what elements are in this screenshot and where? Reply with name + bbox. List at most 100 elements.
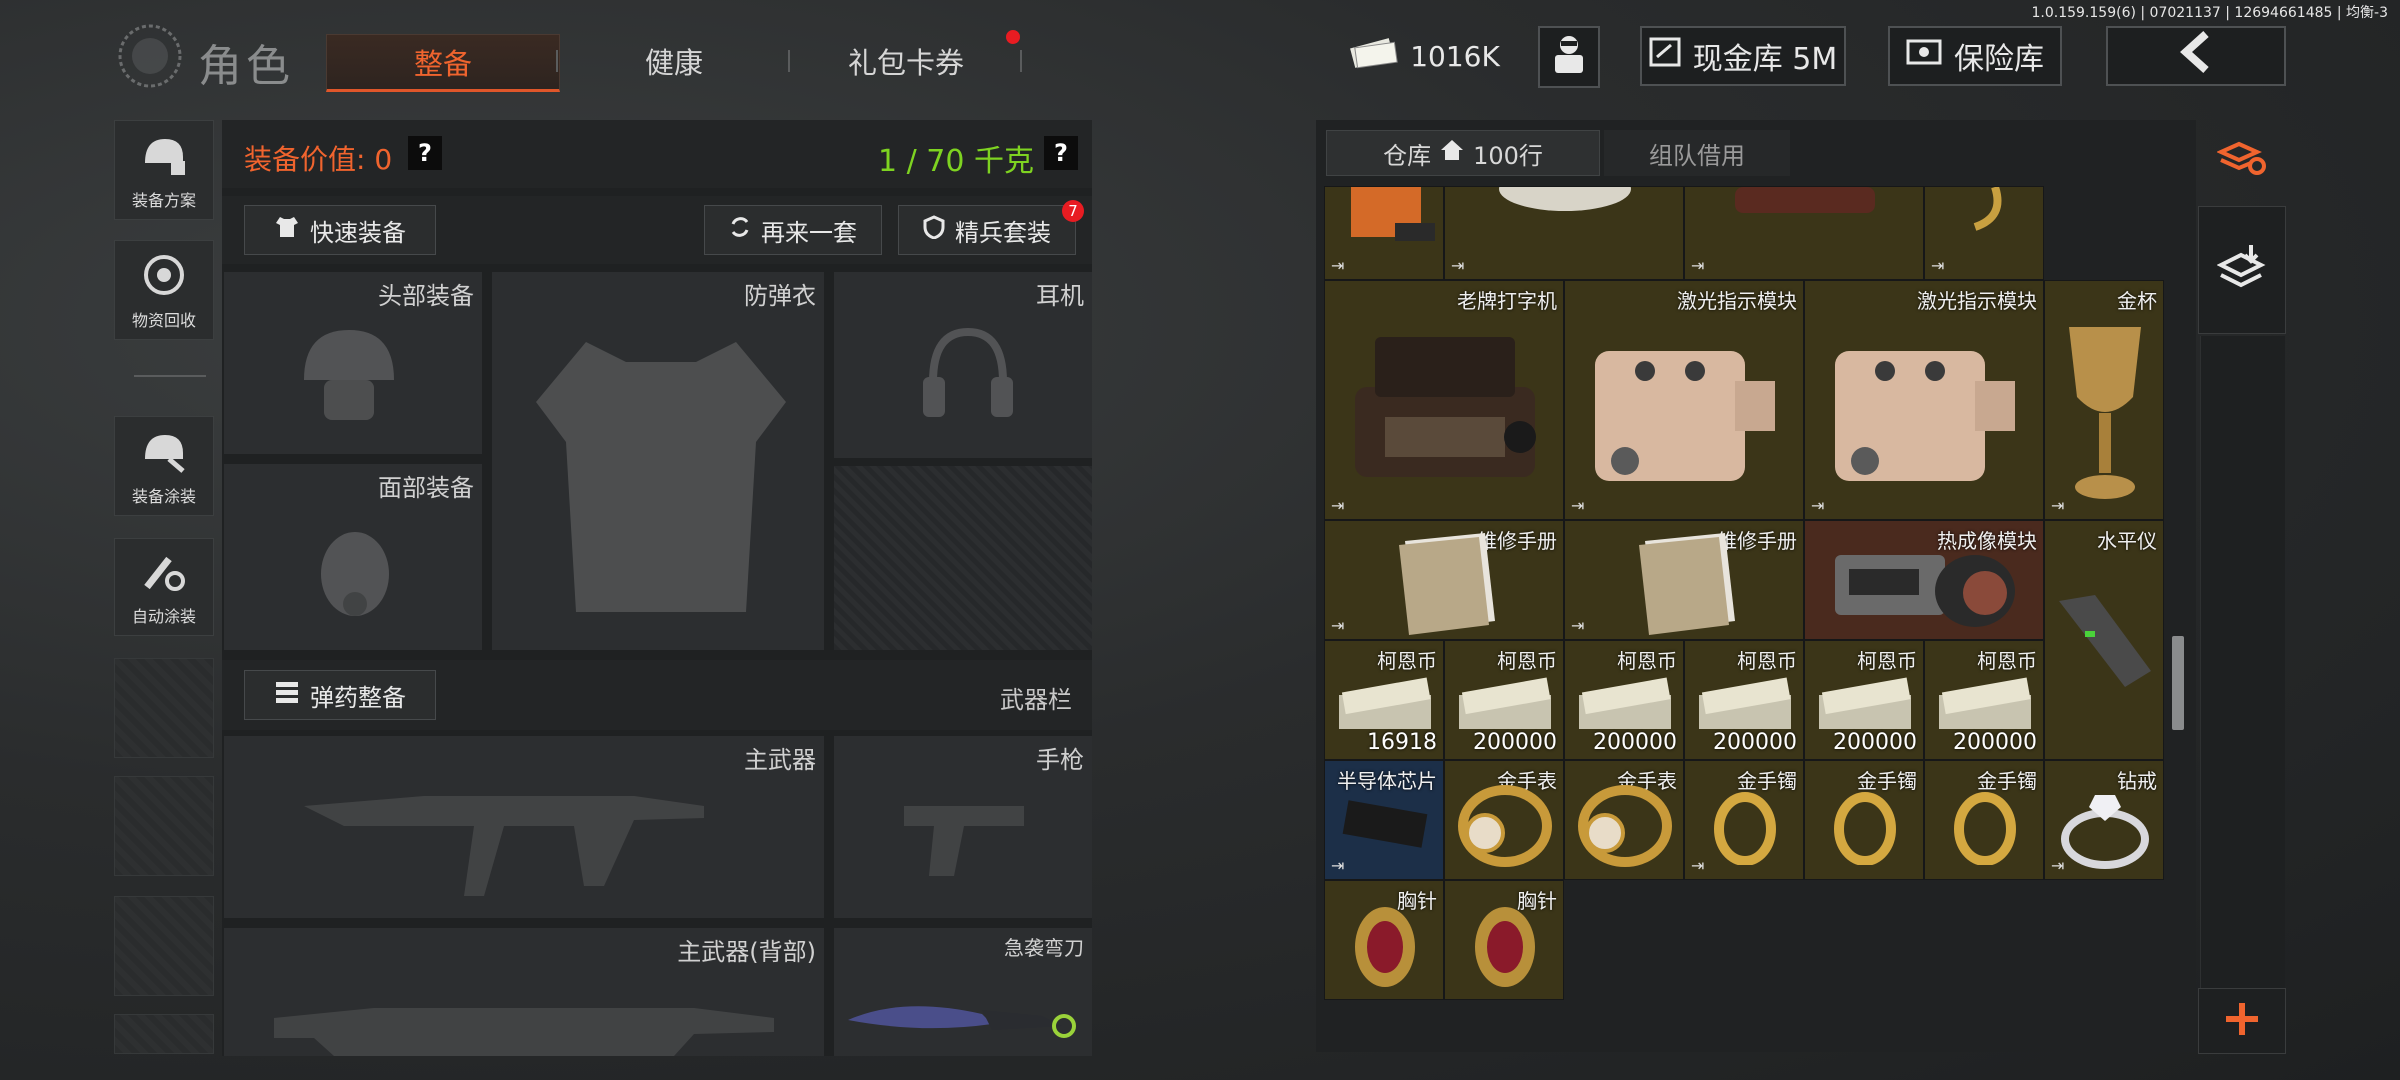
money-display: 1016K <box>1350 26 1500 86</box>
tab-equip[interactable]: 整备 <box>326 34 560 92</box>
head-slot[interactable]: 头部装备 <box>224 272 482 454</box>
thermal-module-icon <box>1835 555 2015 627</box>
ammo-icon <box>274 680 300 710</box>
vault-icon <box>1649 37 1681 75</box>
value-help-button[interactable]: ? <box>408 136 442 170</box>
gas-mask-ghost-icon <box>321 532 389 616</box>
item-cell[interactable]: ⇥ <box>1324 186 1444 280</box>
item-diamond-ring[interactable]: 钻戒 ⇥ <box>2044 760 2164 880</box>
auto-paint-button[interactable]: 自动涂装 <box>114 538 214 636</box>
stack-download-icon <box>2216 243 2267 297</box>
pistol-slot[interactable]: 手枪 <box>834 736 1092 918</box>
item-cell[interactable]: ⇥ <box>1684 186 1924 280</box>
item-coin[interactable]: 柯恩币 200000 <box>1564 640 1684 760</box>
item-coin[interactable]: 柯恩币 200000 <box>1684 640 1804 760</box>
brooch-icon <box>1355 907 1415 987</box>
brown-item-icon <box>1735 187 1875 213</box>
recycle-icon <box>139 253 189 307</box>
tab-health[interactable]: 健康 <box>574 34 774 88</box>
item-cell[interactable]: ⇥ <box>1444 186 1684 280</box>
sort-button[interactable] <box>2198 120 2286 200</box>
version-text: 1.0.159.159(6) | 07021137 | 12694661485 … <box>2031 5 2389 21</box>
menu-placeholder <box>114 1014 214 1054</box>
coin-stack-icon <box>1819 677 1911 729</box>
paint-helmet-icon <box>139 429 189 483</box>
add-button[interactable] <box>2198 988 2286 1054</box>
page-title: 角色 <box>198 41 294 92</box>
menu-placeholder <box>114 776 214 876</box>
item-gold-bracelet[interactable]: 金手镯 <box>1924 760 2044 880</box>
item-cell[interactable]: ⇥ <box>1924 186 2044 280</box>
armor-slot[interactable]: 防弹衣 <box>492 272 824 650</box>
elite-badge: 7 <box>1062 200 1084 222</box>
tab-separator <box>1020 50 1022 72</box>
again-button[interactable]: 再来一套 <box>704 205 882 255</box>
recycle-button[interactable]: 物资回收 <box>114 240 214 340</box>
item-typewriter[interactable]: 老牌打字机 ⇥ <box>1324 280 1564 520</box>
elite-set-button[interactable]: 精兵套装 <box>898 205 1076 255</box>
headset-ghost-icon <box>923 327 1013 417</box>
item-brooch[interactable]: 胸针 <box>1324 880 1444 1000</box>
headset-slot[interactable]: 耳机 <box>834 272 1092 458</box>
knife-slot[interactable]: 急袭弯刀 <box>834 928 1092 1056</box>
orange-device-icon <box>1351 187 1435 241</box>
item-laser-module[interactable]: 激光指示模块 ⇥ <box>1804 280 2044 520</box>
operator-button[interactable] <box>1538 26 1600 88</box>
level-icon <box>2059 595 2151 687</box>
cash-vault-button[interactable]: 现金库 5M <box>1640 26 1846 86</box>
item-coin[interactable]: 柯恩币 200000 <box>1444 640 1564 760</box>
notification-dot <box>1006 30 1020 44</box>
manual-icon <box>1399 533 1495 635</box>
chip-icon <box>1342 800 1428 848</box>
item-thermal-module[interactable]: 热成像模块 <box>1804 520 2044 640</box>
shirt-icon <box>274 215 300 245</box>
plus-icon <box>2224 1001 2260 1041</box>
gold-bracelet-icon <box>1714 792 1776 865</box>
item-coin[interactable]: 柯恩币 200000 <box>1804 640 1924 760</box>
primary-weapon-slot[interactable]: 主武器 <box>224 736 824 918</box>
item-gold-bracelet[interactable]: 金手镯 <box>1804 760 1924 880</box>
item-semiconductor-chip[interactable]: 半导体芯片 ⇥ <box>1324 760 1444 880</box>
tab-team-borrow[interactable]: 组队借用 <box>1604 130 1790 176</box>
laser-module-icon <box>1835 351 2015 481</box>
quick-equip-button[interactable]: 快速装备 <box>244 205 436 255</box>
ammo-setup-button[interactable]: 弹药整备 <box>244 670 436 720</box>
item-gold-cup[interactable]: 金杯 ⇥ <box>2044 280 2164 520</box>
coin-stack-icon <box>1699 677 1791 729</box>
weight-help-button[interactable]: ? <box>1044 136 1078 170</box>
item-repair-manual[interactable]: 维修手册 ⇥ <box>1564 520 1804 640</box>
item-level[interactable]: 水平仪 <box>2044 520 2164 760</box>
equipment-paint-button[interactable]: 装备涂装 <box>114 416 214 516</box>
coin-stack-icon <box>1579 677 1671 729</box>
safe-button[interactable]: 保险库 <box>1888 26 2062 86</box>
karambit-icon <box>848 1006 1076 1038</box>
item-coin[interactable]: 柯恩币 200000 <box>1924 640 2044 760</box>
coin-stack-icon <box>1459 677 1551 729</box>
item-coin[interactable]: 柯恩币 16918 <box>1324 640 1444 760</box>
weapon-header: 弹药整备 武器栏 <box>222 660 1092 730</box>
item-laser-module[interactable]: 激光指示模块 ⇥ <box>1564 280 1804 520</box>
tab-gift-coupons[interactable]: 礼包卡券 <box>800 34 1012 88</box>
home-icon <box>1439 138 1465 168</box>
brush-gear-icon <box>139 549 189 603</box>
manual-icon <box>1639 533 1735 635</box>
back-weapon-slot[interactable]: 主武器(背部) <box>224 928 824 1056</box>
back-button[interactable] <box>2106 26 2286 86</box>
item-gold-watch[interactable]: 金手表 <box>1444 760 1564 880</box>
tab-warehouse[interactable]: 仓库 100行 <box>1326 130 1600 176</box>
face-slot[interactable]: 面部装备 <box>224 464 482 650</box>
typewriter-icon <box>1355 337 1536 477</box>
loadout-plan-button[interactable]: 装备方案 <box>114 120 214 220</box>
gold-watch-icon <box>1458 785 1552 867</box>
item-repair-manual[interactable]: 维修手册 ⇥ <box>1324 520 1564 640</box>
stash-deposit-button[interactable] <box>2198 206 2286 334</box>
item-gold-bracelet[interactable]: 金手镯 ⇥ <box>1684 760 1804 880</box>
warehouse-scrollbar[interactable] <box>2172 636 2184 730</box>
chevron-left-icon <box>2176 30 2216 82</box>
quick-actions-bar: 快速装备 再来一套 精兵套装 7 <box>222 196 1092 264</box>
item-gold-watch[interactable]: 金手表 <box>1564 760 1684 880</box>
plate-icon <box>1499 187 1631 211</box>
item-brooch[interactable]: 胸针 <box>1444 880 1564 1000</box>
menu-divider <box>134 375 206 377</box>
coin-stack-icon <box>1339 677 1431 729</box>
